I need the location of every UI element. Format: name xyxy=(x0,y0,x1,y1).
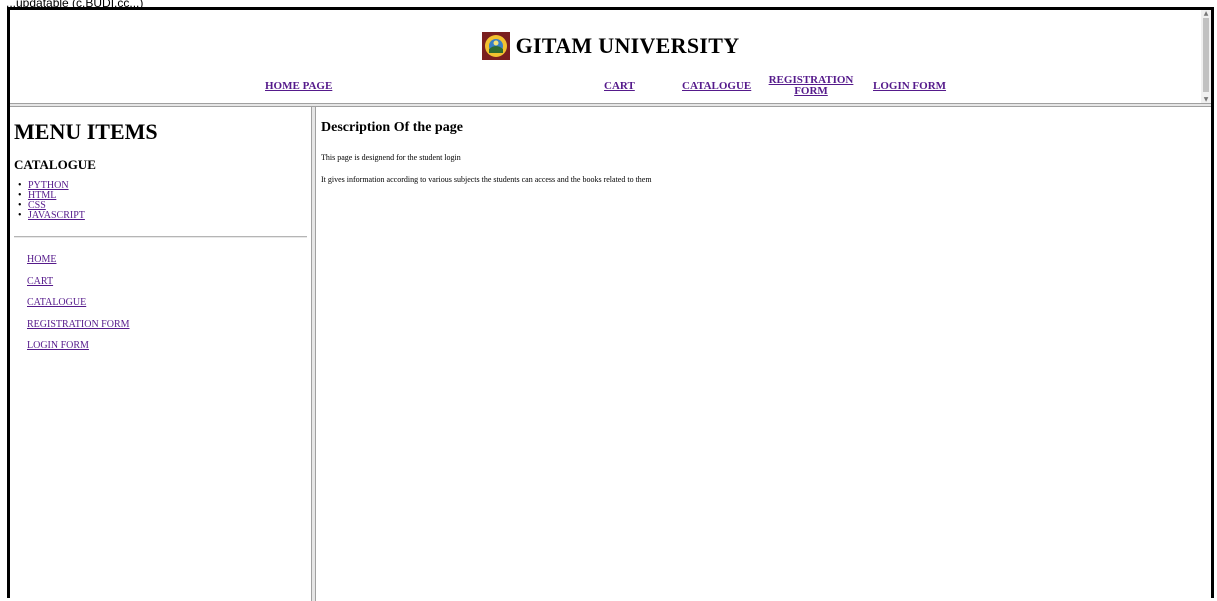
menu-title: MENU ITEMS xyxy=(14,119,158,144)
menu-frame: MENU ITEMS CATALOGUE PYTHON HTML CSS JAV… xyxy=(10,107,311,601)
divider xyxy=(14,236,307,238)
description-paragraph: It gives information according to variou… xyxy=(321,175,652,184)
sidebar-link-home[interactable]: HOME xyxy=(27,254,56,265)
catalogue-list: PYTHON HTML CSS JAVASCRIPT xyxy=(16,181,85,222)
list-item: JAVASCRIPT xyxy=(16,210,85,222)
content-frame: Description Of the page This page is des… xyxy=(316,107,1211,601)
sidebar-link-catalogue[interactable]: CATALOGUE xyxy=(27,297,86,308)
gitam-logo-icon xyxy=(481,32,510,60)
nav-cart[interactable]: CART xyxy=(604,81,635,92)
frameset: GITAM UNIVERSITY HOME PAGE CART CATALOGU… xyxy=(7,7,1214,601)
site-header: GITAM UNIVERSITY xyxy=(10,32,1211,60)
nav-login-form[interactable]: LOGIN FORM xyxy=(873,81,946,92)
nav-registration-form[interactable]: REGISTRATION FORM xyxy=(767,75,855,97)
page-title: Description Of the page xyxy=(321,120,463,135)
scroll-down-icon[interactable]: ▼ xyxy=(1201,96,1211,103)
sidebar-link-login-form[interactable]: LOGIN FORM xyxy=(27,340,89,351)
list-item: HTML xyxy=(16,191,85,202)
description-paragraph: This page is designend for the student l… xyxy=(321,153,461,162)
scrollbar-thumb[interactable] xyxy=(1203,18,1209,92)
site-title: GITAM UNIVERSITY xyxy=(515,33,740,58)
nav-home-page[interactable]: HOME PAGE xyxy=(265,81,332,92)
sidebar-link-registration-form[interactable]: REGISTRATION FORM xyxy=(27,319,130,330)
catalogue-link-javascript[interactable]: JAVASCRIPT xyxy=(28,210,85,221)
header-frame: GITAM UNIVERSITY HOME PAGE CART CATALOGU… xyxy=(10,10,1211,103)
scroll-up-icon[interactable]: ▲ xyxy=(1201,10,1211,17)
nav-catalogue[interactable]: CATALOGUE xyxy=(682,81,751,92)
header-scrollbar[interactable]: ▲ ▼ xyxy=(1201,10,1211,103)
sidebar-link-cart[interactable]: CART xyxy=(27,276,53,287)
catalogue-heading: CATALOGUE xyxy=(14,157,96,172)
